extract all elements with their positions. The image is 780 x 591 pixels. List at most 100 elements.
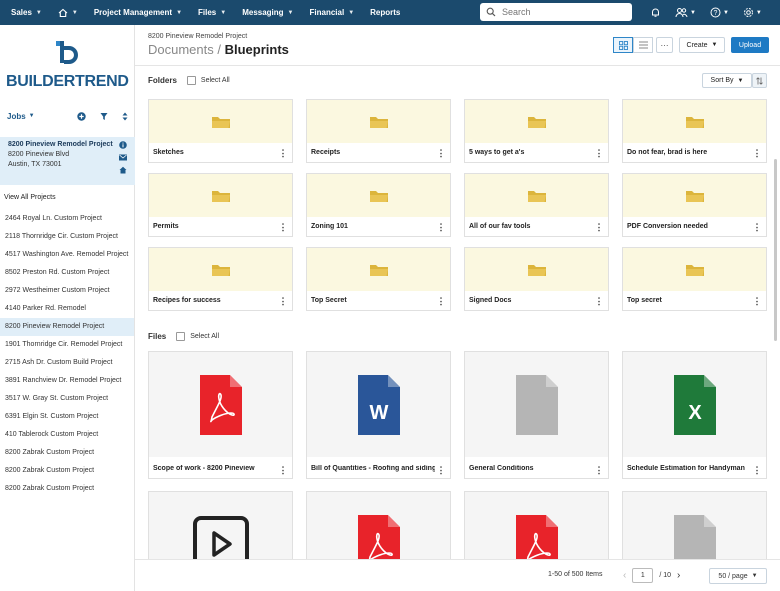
nav-financial[interactable]: Financial ▼	[302, 0, 363, 25]
folder-menu-icon[interactable]: ⋮	[278, 146, 288, 160]
breadcrumb-documents[interactable]: Documents	[148, 42, 214, 57]
view-all-projects-link[interactable]: View All Projects	[4, 194, 56, 201]
sidebar-project-item[interactable]: 8200 Zabrak Custom Project	[0, 462, 134, 480]
folder-menu-icon[interactable]: ⋮	[594, 220, 604, 234]
folder-card[interactable]: PDF Conversion needed ⋮	[622, 173, 767, 237]
prev-page-icon[interactable]: ‹	[623, 570, 626, 581]
nav-sales[interactable]: Sales ▼	[0, 0, 50, 25]
nav-files[interactable]: Files ▼	[190, 0, 234, 25]
folder-card[interactable]: Top secret ⋮	[622, 247, 767, 311]
create-button[interactable]: Create ▼	[679, 37, 725, 53]
current-project-card[interactable]: 8200 Pineview Remodel Project 8200 Pinev…	[0, 137, 135, 185]
folder-thumbnail	[623, 100, 766, 143]
file-menu-icon[interactable]: ⋮	[436, 463, 446, 477]
folder-menu-icon[interactable]: ⋮	[436, 294, 446, 308]
sort-direction-button[interactable]	[752, 73, 767, 88]
sidebar-project-item[interactable]: 8200 Zabrak Custom Project	[0, 444, 134, 462]
files-select-all[interactable]: Select All	[176, 332, 219, 341]
folders-select-all-checkbox[interactable]	[186, 76, 196, 85]
folder-menu-icon[interactable]: ⋮	[278, 294, 288, 308]
folder-menu-icon[interactable]: ⋮	[594, 146, 604, 160]
sidebar-project-item[interactable]: 2715 Ash Dr. Custom Build Project	[0, 354, 134, 372]
filter-icon[interactable]	[100, 112, 108, 121]
folder-name: Top secret	[627, 297, 662, 304]
folder-menu-icon[interactable]: ⋮	[752, 146, 762, 160]
file-menu-icon[interactable]: ⋮	[594, 463, 604, 477]
nav-home[interactable]: ▼	[50, 0, 86, 25]
sidebar-project-item[interactable]: 2972 Westheimer Custom Project	[0, 282, 134, 300]
folder-name: 5 ways to get a's	[469, 149, 525, 156]
folder-icon	[685, 116, 704, 128]
sidebar-project-item[interactable]: 8502 Preston Rd. Custom Project	[0, 264, 134, 282]
file-menu-icon[interactable]: ⋮	[278, 463, 288, 477]
sort-by-dropdown[interactable]: Sort By ▼	[702, 73, 752, 88]
sidebar-project-item[interactable]: 3517 W. Gray St. Custom Project	[0, 390, 134, 408]
settings-menu[interactable]: ▼	[743, 7, 762, 18]
grid-view-button[interactable]	[613, 37, 633, 53]
folder-card[interactable]: Recipes for success ⋮	[148, 247, 293, 311]
files-select-all-checkbox[interactable]	[176, 332, 186, 341]
info-icon[interactable]	[119, 141, 127, 149]
svg-text:W: W	[369, 402, 388, 424]
folder-card[interactable]: Receipts ⋮	[306, 99, 451, 163]
mail-icon[interactable]	[119, 154, 127, 161]
users-menu[interactable]: ▼	[675, 7, 696, 18]
notifications-button[interactable]	[650, 7, 661, 18]
vertical-scrollbar[interactable]	[774, 159, 777, 341]
file-menu-icon[interactable]: ⋮	[752, 463, 762, 477]
folder-card[interactable]: All of our fav tools ⋮	[464, 173, 609, 237]
excel-file-icon: X	[673, 374, 716, 435]
folder-card[interactable]: Sketches ⋮	[148, 99, 293, 163]
sort-by-label: Sort By	[710, 77, 734, 84]
folder-card[interactable]: Top Secret ⋮	[306, 247, 451, 311]
home-icon[interactable]	[119, 166, 127, 174]
add-job-icon[interactable]	[77, 111, 86, 121]
nav-messaging-label: Messaging	[242, 8, 284, 17]
folders-select-all[interactable]: Select All	[186, 76, 230, 85]
list-view-button[interactable]	[633, 37, 653, 53]
sidebar-project-item[interactable]: 2464 Royal Ln. Custom Project	[0, 210, 134, 228]
sidebar-project-item[interactable]: 3891 Ranchview Dr. Remodel Project	[0, 372, 134, 390]
sidebar-project-item[interactable]: 4517 Washington Ave. Remodel Project	[0, 246, 134, 264]
search-input[interactable]	[502, 7, 622, 17]
file-thumbnail: X	[623, 352, 766, 457]
sidebar-project-item[interactable]: 410 Tablerock Custom Project	[0, 426, 134, 444]
folder-menu-icon[interactable]: ⋮	[594, 294, 604, 308]
folder-card[interactable]: Permits ⋮	[148, 173, 293, 237]
file-name: Bill of Quantities - Roofing and siding	[311, 465, 435, 472]
search-box[interactable]	[480, 3, 632, 21]
folder-menu-icon[interactable]: ⋮	[436, 146, 446, 160]
file-card[interactable]: X Schedule Estimation for Handyman ⋮	[622, 351, 767, 479]
sidebar-project-item[interactable]: 6391 Elgin St. Custom Project	[0, 408, 134, 426]
folder-name: Permits	[153, 223, 179, 230]
folder-card[interactable]: 5 ways to get a's ⋮	[464, 99, 609, 163]
next-page-icon[interactable]: ›	[677, 570, 680, 581]
file-card[interactable]: General Conditions ⋮	[464, 351, 609, 479]
sidebar-project-item[interactable]: 8200 Pineview Remodel Project	[0, 318, 134, 336]
sort-icon[interactable]	[122, 112, 128, 121]
folder-card[interactable]: Do not fear, brad is here ⋮	[622, 99, 767, 163]
upload-button[interactable]: Upload	[731, 37, 769, 53]
folder-menu-icon[interactable]: ⋮	[436, 220, 446, 234]
folder-menu-icon[interactable]: ⋮	[752, 220, 762, 234]
sidebar-project-item[interactable]: 8200 Zabrak Custom Project	[0, 480, 134, 498]
folder-menu-icon[interactable]: ⋮	[278, 220, 288, 234]
sidebar-project-item[interactable]: 1901 Thornridge Cir. Remodel Project	[0, 336, 134, 354]
folder-thumbnail	[465, 248, 608, 291]
breadcrumb: Documents / Blueprints	[148, 42, 289, 57]
file-card[interactable]: W Bill of Quantities - Roofing and siding…	[306, 351, 451, 479]
nav-messaging[interactable]: Messaging ▼	[234, 0, 301, 25]
jobs-dropdown[interactable]: Jobs ▼	[7, 112, 35, 121]
page-input[interactable]: 1	[632, 568, 654, 583]
nav-project-management[interactable]: Project Management ▼	[86, 0, 190, 25]
nav-reports[interactable]: Reports	[362, 0, 408, 25]
folder-menu-icon[interactable]: ⋮	[752, 294, 762, 308]
per-page-dropdown[interactable]: 50 / page ▼	[709, 568, 767, 584]
folder-card[interactable]: Signed Docs ⋮	[464, 247, 609, 311]
more-options-button[interactable]: ···	[656, 37, 673, 53]
sidebar-project-item[interactable]: 4140 Parker Rd. Remodel	[0, 300, 134, 318]
sidebar-project-item[interactable]: 2118 Thornridge Cir. Custom Project	[0, 228, 134, 246]
help-menu[interactable]: ? ▼	[710, 7, 729, 18]
file-card[interactable]: Scope of work - 8200 Pineview ⋮	[148, 351, 293, 479]
folder-card[interactable]: Zoning 101 ⋮	[306, 173, 451, 237]
